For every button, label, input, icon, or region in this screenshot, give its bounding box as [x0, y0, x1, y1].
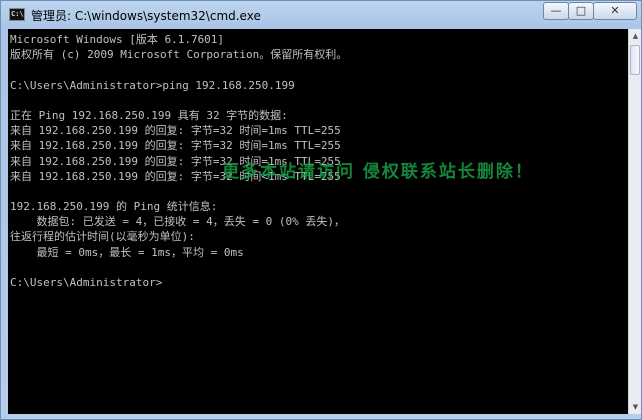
minimize-button[interactable]: —: [543, 2, 569, 20]
console-line: 数据包: 已发送 = 4，已接收 = 4，丢失 = 0 (0% 丢失)，: [10, 215, 345, 229]
console-line: 192.168.250.199 的 Ping 统计信息:: [10, 200, 218, 214]
window-title: 管理员: C:\windows\system32\cmd.exe: [31, 9, 261, 23]
console-output[interactable]: Microsoft Windows [版本 6.1.7601] 版权所有 (c) …: [8, 29, 628, 414]
window-controls: — □ ✕: [543, 2, 637, 22]
console-line: C:\Users\Administrator>: [10, 276, 163, 289]
cmd-app-icon[interactable]: C:\: [9, 8, 25, 21]
console-line: 来自 192.168.250.199 的回复: 字节=32 时间=1ms TTL…: [10, 139, 341, 153]
console-line: 往返行程的估计时间(以毫秒为单位):: [10, 230, 195, 244]
console-line: 来自 192.168.250.199 的回复: 字节=32 时间=1ms TTL…: [10, 124, 341, 138]
maximize-button[interactable]: □: [568, 2, 594, 20]
vertical-scrollbar[interactable]: ▲ ▼: [628, 29, 641, 414]
close-button[interactable]: ✕: [593, 2, 637, 20]
console-line: 版权所有 (c) 2009 Microsoft Corporation。保留所有…: [10, 48, 348, 62]
cmd-window: C:\ 管理员: C:\windows\system32\cmd.exe — □…: [0, 0, 642, 420]
title-bar[interactable]: C:\ 管理员: C:\windows\system32\cmd.exe — □…: [1, 1, 641, 29]
scroll-thumb[interactable]: [630, 45, 640, 75]
console-line: 最短 = 0ms，最长 = 1ms，平均 = 0ms: [10, 245, 244, 259]
console-line: Microsoft Windows [版本 6.1.7601]: [10, 33, 225, 46]
scroll-down-arrow-icon[interactable]: ▼: [630, 401, 641, 413]
watermark-overlay: 更多本站请访问 侵权联系站长删除！: [222, 162, 534, 182]
console-line: 正在 Ping 192.168.250.199 具有 32 字节的数据:: [10, 108, 288, 122]
console-line: C:\Users\Administrator>ping 192.168.250.…: [10, 78, 295, 92]
scroll-up-arrow-icon[interactable]: ▲: [630, 30, 641, 42]
